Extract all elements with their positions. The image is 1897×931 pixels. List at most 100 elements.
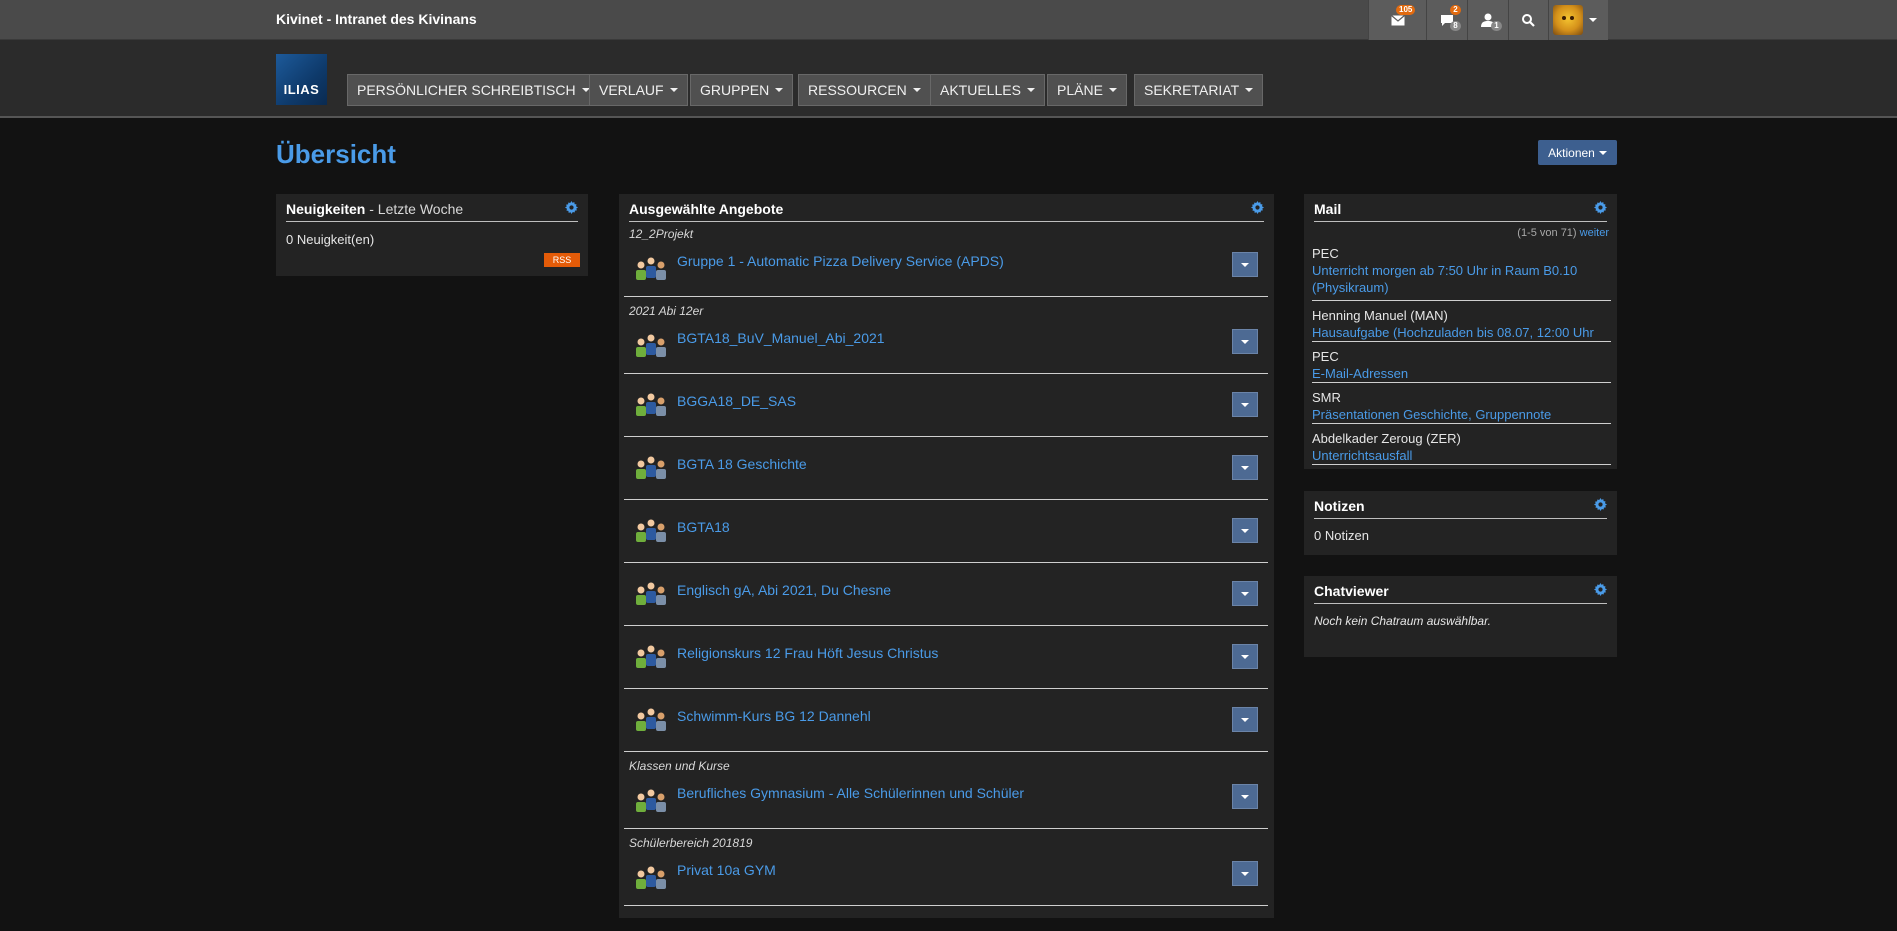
offer-link[interactable]: Englisch gA, Abi 2021, Du Chesne <box>677 582 891 598</box>
list-item[interactable]: BGTA18 <box>624 500 1268 563</box>
search-icon <box>1522 13 1535 27</box>
mail-subject[interactable]: E-Mail-Adressen <box>1312 365 1611 382</box>
list-item[interactable]: Schwimm-Kurs BG 12 Dannehl <box>624 689 1268 752</box>
mail-item[interactable]: PEC Unterricht morgen ab 7:50 Uhr in Rau… <box>1312 244 1611 301</box>
group-icon <box>636 708 666 731</box>
group-label: 12_2Projekt <box>629 227 694 241</box>
chat-button[interactable]: 2 8 <box>1426 0 1467 40</box>
top-icons: 105 2 8 1 <box>1368 0 1608 40</box>
top-bar: Kivinet - Intranet des Kivinans 105 2 8 … <box>0 0 1897 40</box>
nav-item-ressourcen[interactable]: RESSOURCEN <box>798 74 931 106</box>
news-title: Neuigkeiten <box>286 201 366 217</box>
item-actions-dropdown[interactable] <box>1232 392 1258 417</box>
chevron-down-icon <box>1598 150 1607 155</box>
nav-item-label: PLÄNE <box>1057 82 1103 98</box>
mail-title: Mail <box>1314 201 1342 217</box>
chevron-down-icon <box>775 88 784 92</box>
chevron-down-icon <box>1241 871 1249 876</box>
mail-count-badge: 105 <box>1396 5 1416 15</box>
list-item[interactable]: BGTA18_BuV_Manuel_Abi_2021 <box>624 317 1268 374</box>
item-actions-dropdown[interactable] <box>1232 518 1258 543</box>
mail-item[interactable]: PEC E-Mail-Adressen <box>1312 342 1611 383</box>
offer-link[interactable]: Religionskurs 12 Frau Höft Jesus Christu… <box>677 645 938 661</box>
news-subtitle: - Letzte Woche <box>365 201 464 217</box>
mail-subject[interactable]: Unterrichtsausfall <box>1312 447 1611 464</box>
group-label: Schülerbereich 201819 <box>629 836 753 850</box>
chat-total-badge: 8 <box>1450 21 1461 31</box>
mail-more-link[interactable]: weiter <box>1580 227 1609 239</box>
mail-item[interactable]: Abdelkader Zeroug (ZER) Unterrichtsausfa… <box>1312 424 1611 465</box>
rss-button[interactable]: RSS <box>544 253 580 267</box>
chat-new-badge: 2 <box>1450 5 1461 15</box>
nav-item-plaene[interactable]: PLÄNE <box>1047 74 1127 106</box>
offer-link[interactable]: Berufliches Gymnasium - Alle Schülerinne… <box>677 785 1024 801</box>
notes-title: Notizen <box>1314 498 1365 514</box>
actions-button[interactable]: Aktionen <box>1538 140 1617 165</box>
list-item[interactable]: Berufliches Gymnasium - Alle Schülerinne… <box>624 772 1268 829</box>
list-item[interactable]: Englisch gA, Abi 2021, Du Chesne <box>624 563 1268 626</box>
mail-sender: PEC <box>1312 246 1339 261</box>
nav-item-gruppen[interactable]: GRUPPEN <box>690 74 794 106</box>
search-button[interactable] <box>1508 0 1548 40</box>
item-actions-dropdown[interactable] <box>1232 252 1258 277</box>
item-actions-dropdown[interactable] <box>1232 329 1258 354</box>
mail-item[interactable]: Henning Manuel (MAN) Hausaufgabe (Hochzu… <box>1312 301 1611 342</box>
mail-button[interactable]: 105 <box>1368 0 1426 40</box>
item-actions-dropdown[interactable] <box>1232 784 1258 809</box>
actions-label: Aktionen <box>1548 145 1595 160</box>
mail-range: (1-5 von 71) weiter <box>1517 227 1609 239</box>
group-icon <box>636 257 666 280</box>
offer-link[interactable]: Schwimm-Kurs BG 12 Dannehl <box>677 708 871 724</box>
mail-subject[interactable]: Präsentationen Geschichte, Gruppennote <box>1312 406 1611 423</box>
gear-icon[interactable] <box>565 201 578 214</box>
offer-link[interactable]: Gruppe 1 - Automatic Pizza Delivery Serv… <box>677 253 1004 269</box>
chevron-down-icon <box>1245 88 1254 92</box>
chevron-down-icon <box>1241 402 1249 407</box>
mail-sender: Abdelkader Zeroug (ZER) <box>1312 431 1461 446</box>
list-item[interactable]: Gruppe 1 - Automatic Pizza Delivery Serv… <box>624 240 1268 297</box>
chatviewer-panel: Chatviewer Noch kein Chatraum auswählbar… <box>1304 576 1617 657</box>
mail-range-text: (1-5 von 71) <box>1517 227 1577 239</box>
list-item[interactable]: Privat 10a GYM <box>624 849 1268 906</box>
item-actions-dropdown[interactable] <box>1232 581 1258 606</box>
nav-item-label: GRUPPEN <box>700 82 770 98</box>
offer-link[interactable]: BGTA18 <box>677 519 730 535</box>
notes-count: 0 Notizen <box>1314 528 1369 543</box>
list-item[interactable]: BGGA18_DE_SAS <box>624 374 1268 437</box>
gear-icon[interactable] <box>1251 201 1264 214</box>
group-icon <box>636 645 666 668</box>
ilias-logo[interactable]: ILIAS <box>276 54 327 105</box>
group-icon <box>636 393 666 416</box>
gear-icon[interactable] <box>1594 498 1607 511</box>
offer-link[interactable]: BGTA 18 Geschichte <box>677 456 807 472</box>
gear-icon[interactable] <box>1594 201 1607 214</box>
list-item[interactable]: Religionskurs 12 Frau Höft Jesus Christu… <box>624 626 1268 689</box>
item-actions-dropdown[interactable] <box>1232 455 1258 480</box>
mail-item[interactable]: SMR Präsentationen Geschichte, Gruppenno… <box>1312 383 1611 424</box>
offer-link[interactable]: BGGA18_DE_SAS <box>677 393 796 409</box>
chevron-down-icon <box>1241 528 1249 533</box>
nav-item-sekretariat[interactable]: SEKRETARIAT <box>1134 74 1264 106</box>
mail-subject[interactable]: Unterricht morgen ab 7:50 Uhr in Raum B0… <box>1312 262 1611 296</box>
contacts-button[interactable]: 1 <box>1467 0 1508 40</box>
list-item[interactable]: BGTA 18 Geschichte <box>624 437 1268 500</box>
mail-panel-header: Mail <box>1314 201 1607 222</box>
nav-item-label: RESSOURCEN <box>808 82 907 98</box>
offer-link[interactable]: Privat 10a GYM <box>677 862 776 878</box>
item-actions-dropdown[interactable] <box>1232 861 1258 886</box>
chevron-down-icon <box>1241 465 1249 470</box>
item-actions-dropdown[interactable] <box>1232 644 1258 669</box>
nav-item-schreibtisch[interactable]: PERSÖNLICHER SCHREIBTISCH <box>347 74 600 106</box>
nav-item-aktuelles[interactable]: AKTUELLES <box>930 74 1045 106</box>
offer-link[interactable]: BGTA18_BuV_Manuel_Abi_2021 <box>677 330 885 346</box>
nav-item-verlauf[interactable]: VERLAUF <box>589 74 688 106</box>
item-actions-dropdown[interactable] <box>1232 707 1258 732</box>
site-title[interactable]: Kivinet - Intranet des Kivinans <box>276 11 477 27</box>
mail-subject[interactable]: Hausaufgabe (Hochzuladen bis 08.07, 12:0… <box>1312 324 1611 341</box>
chevron-down-icon <box>1026 88 1035 92</box>
user-menu-button[interactable] <box>1548 0 1608 40</box>
gear-icon[interactable] <box>1594 583 1607 596</box>
mail-sender: SMR <box>1312 390 1341 405</box>
contacts-badge: 1 <box>1491 21 1502 31</box>
chevron-down-icon <box>1241 654 1249 659</box>
